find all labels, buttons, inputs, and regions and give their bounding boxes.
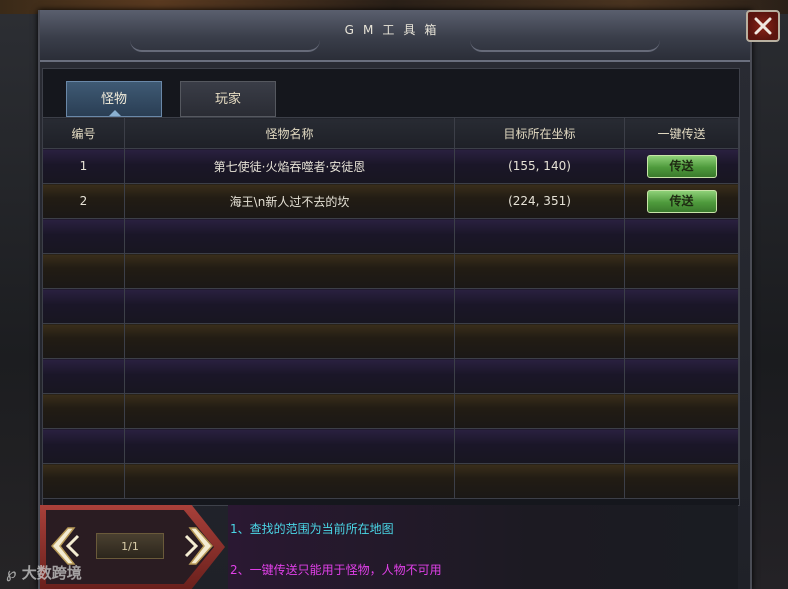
- empty-cell: [624, 358, 739, 394]
- title-bar: GM工具箱: [40, 10, 750, 62]
- empty-cell: [624, 428, 739, 464]
- empty-cell: [124, 463, 455, 499]
- table-row[interactable]: 1 第七使徒·火焰吞噬者·安徒恩 (155, 140) 传送: [42, 148, 739, 184]
- active-tab-indicator: [109, 110, 121, 116]
- window-title: GM工具箱: [344, 23, 446, 37]
- background-right: [748, 14, 788, 589]
- empty-row: [42, 428, 739, 464]
- header-id: 编号: [42, 117, 125, 149]
- empty-row: [42, 253, 739, 289]
- empty-row: [42, 393, 739, 429]
- empty-cell: [124, 393, 455, 429]
- row-id: 2: [42, 183, 125, 219]
- empty-cell: [454, 358, 625, 394]
- empty-cell: [454, 288, 625, 324]
- tip-search-range: 1、查找的范围为当前所在地图: [230, 522, 394, 536]
- row-monster-name: 海王\n新人过不去的坎: [124, 183, 455, 219]
- empty-cell: [42, 463, 125, 499]
- empty-cell: [42, 358, 125, 394]
- empty-cell: [624, 323, 739, 359]
- monster-table: 编号 怪物名称 目标所在坐标 一键传送 1 第七使徒·火焰吞噬者·安徒恩 (15…: [42, 117, 739, 499]
- watermark-logo-icon: ℘: [6, 564, 17, 582]
- title-ornament-left: [130, 40, 320, 52]
- empty-cell: [124, 253, 455, 289]
- empty-cell: [454, 218, 625, 254]
- empty-cell: [624, 218, 739, 254]
- table-header-row: 编号 怪物名称 目标所在坐标 一键传送: [42, 117, 739, 149]
- empty-cell: [454, 463, 625, 499]
- watermark: ℘ 大数跨境: [6, 562, 82, 583]
- empty-cell: [42, 323, 125, 359]
- empty-cell: [42, 428, 125, 464]
- background-left: [0, 14, 40, 589]
- empty-row: [42, 463, 739, 499]
- empty-cell: [42, 393, 125, 429]
- empty-cell: [454, 253, 625, 289]
- empty-cell: [124, 428, 455, 464]
- empty-cell: [124, 323, 455, 359]
- empty-cell: [42, 218, 125, 254]
- title-ornament-right: [470, 40, 660, 52]
- empty-cell: [124, 288, 455, 324]
- close-icon: [754, 17, 772, 35]
- empty-cell: [454, 393, 625, 429]
- header-teleport: 一键传送: [624, 117, 739, 149]
- empty-cell: [624, 253, 739, 289]
- row-coords: (155, 140): [454, 148, 625, 184]
- teleport-button[interactable]: 传送: [646, 189, 717, 213]
- page-indicator: 1/1: [96, 533, 164, 559]
- empty-cell: [454, 323, 625, 359]
- tip-teleport-limit: 2、一键传送只能用于怪物，人物不可用: [230, 563, 442, 577]
- empty-cell: [624, 463, 739, 499]
- header-target-coords: 目标所在坐标: [454, 117, 625, 149]
- teleport-button[interactable]: 传送: [646, 154, 717, 178]
- empty-cell: [454, 428, 625, 464]
- empty-cell: [124, 358, 455, 394]
- arrow-right-icon[interactable]: [180, 526, 214, 566]
- empty-row: [42, 288, 739, 324]
- header-monster-name: 怪物名称: [124, 117, 455, 149]
- tab-player[interactable]: 玩家: [180, 81, 276, 117]
- empty-cell: [624, 393, 739, 429]
- empty-row: [42, 323, 739, 359]
- empty-cell: [42, 253, 125, 289]
- row-action-cell: 传送: [624, 183, 739, 219]
- empty-cell: [124, 218, 455, 254]
- row-coords: (224, 351): [454, 183, 625, 219]
- row-id: 1: [42, 148, 125, 184]
- empty-cell: [42, 288, 125, 324]
- watermark-text: 大数跨境: [21, 564, 82, 582]
- row-action-cell: 传送: [624, 148, 739, 184]
- arrow-left-icon[interactable]: [50, 526, 84, 566]
- empty-cell: [624, 288, 739, 324]
- empty-row: [42, 358, 739, 394]
- empty-row: [42, 218, 739, 254]
- table-row[interactable]: 2 海王\n新人过不去的坎 (224, 351) 传送: [42, 183, 739, 219]
- close-button[interactable]: [746, 10, 780, 42]
- row-monster-name: 第七使徒·火焰吞噬者·安徒恩: [124, 148, 455, 184]
